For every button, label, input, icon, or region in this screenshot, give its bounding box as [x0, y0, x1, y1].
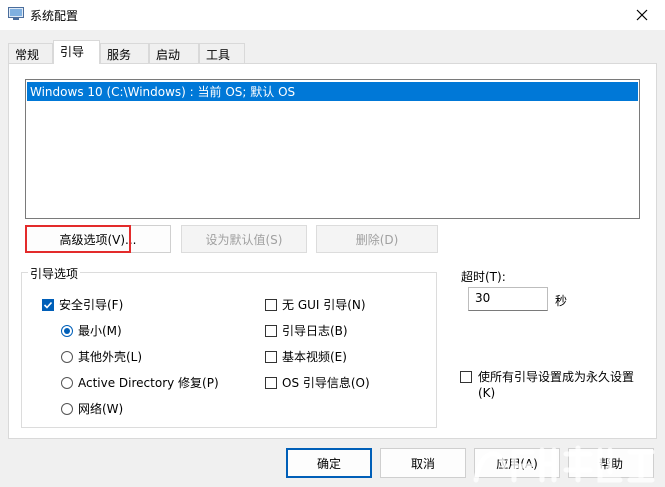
alternate-shell-label: 其他外壳(L) [78, 350, 143, 364]
checkbox-icon [265, 350, 277, 363]
network-label: 网络(W) [78, 402, 124, 416]
boot-options-legend: 引导选项 [28, 265, 81, 282]
radio-selected-icon [61, 324, 73, 337]
os-boot-info-checkbox[interactable]: OS 引导信息(O) [265, 374, 370, 391]
radio-icon [61, 376, 73, 389]
boot-os-listbox[interactable]: Windows 10 (C:\Windows) : 当前 OS; 默认 OS [25, 79, 640, 219]
apply-button[interactable]: 应用(A) [474, 448, 560, 478]
annotation-highlight-box [25, 225, 131, 253]
make-permanent-checkbox[interactable]: 使所有引导设置成为永久设置(K) [460, 369, 650, 401]
help-button[interactable]: 帮助 [568, 448, 654, 478]
active-directory-label: Active Directory 修复(P) [78, 376, 219, 390]
minimal-label: 最小(M) [78, 324, 122, 338]
system-config-window: 系统配置 常规 引导 服务 启动 工具 Windows 10 (C:\Windo… [0, 0, 665, 487]
base-video-label: 基本视频(E) [282, 350, 347, 364]
checkbox-icon [460, 371, 472, 383]
boot-log-checkbox[interactable]: 引导日志(B) [265, 322, 348, 339]
safe-boot-checkbox[interactable]: 安全引导(F) [42, 296, 123, 313]
checkbox-icon [265, 324, 277, 337]
make-permanent-label: 使所有引导设置成为永久设置(K) [478, 370, 635, 400]
no-gui-boot-checkbox[interactable]: 无 GUI 引导(N) [265, 296, 366, 313]
checkbox-checked-icon [42, 298, 54, 311]
safe-boot-label: 安全引导(F) [59, 298, 124, 312]
boot-log-label: 引导日志(B) [282, 324, 348, 338]
system-config-icon [8, 7, 24, 20]
close-button[interactable] [619, 0, 665, 30]
network-radio[interactable]: 网络(W) [61, 400, 123, 417]
radio-icon [61, 402, 73, 415]
list-item[interactable]: Windows 10 (C:\Windows) : 当前 OS; 默认 OS [27, 82, 638, 101]
title-bar: 系统配置 [0, 0, 665, 30]
set-default-button[interactable]: 设为默认值(S) [181, 225, 307, 253]
os-boot-info-label: OS 引导信息(O) [282, 376, 370, 390]
no-gui-boot-label: 无 GUI 引导(N) [282, 298, 366, 312]
base-video-checkbox[interactable]: 基本视频(E) [265, 348, 347, 365]
minimal-radio[interactable]: 最小(M) [61, 322, 122, 339]
tab-services[interactable]: 服务 [100, 43, 149, 63]
delete-button[interactable]: 删除(D) [316, 225, 438, 253]
tab-boot[interactable]: 引导 [53, 40, 100, 64]
ok-button[interactable]: 确定 [286, 448, 372, 478]
checkbox-icon [265, 298, 277, 311]
timeout-unit: 秒 [555, 294, 568, 308]
timeout-label: 超时(T): [461, 270, 506, 284]
radio-icon [61, 350, 73, 363]
close-icon [636, 9, 648, 21]
tab-startup[interactable]: 启动 [149, 43, 199, 63]
checkbox-icon [265, 376, 277, 389]
timeout-input[interactable]: 30 [468, 287, 548, 311]
cancel-button[interactable]: 取消 [380, 448, 466, 478]
active-directory-radio[interactable]: Active Directory 修复(P) [61, 374, 219, 391]
tab-tools[interactable]: 工具 [199, 43, 245, 63]
alternate-shell-radio[interactable]: 其他外壳(L) [61, 348, 142, 365]
window-title: 系统配置 [30, 9, 79, 23]
tab-general[interactable]: 常规 [8, 43, 53, 63]
